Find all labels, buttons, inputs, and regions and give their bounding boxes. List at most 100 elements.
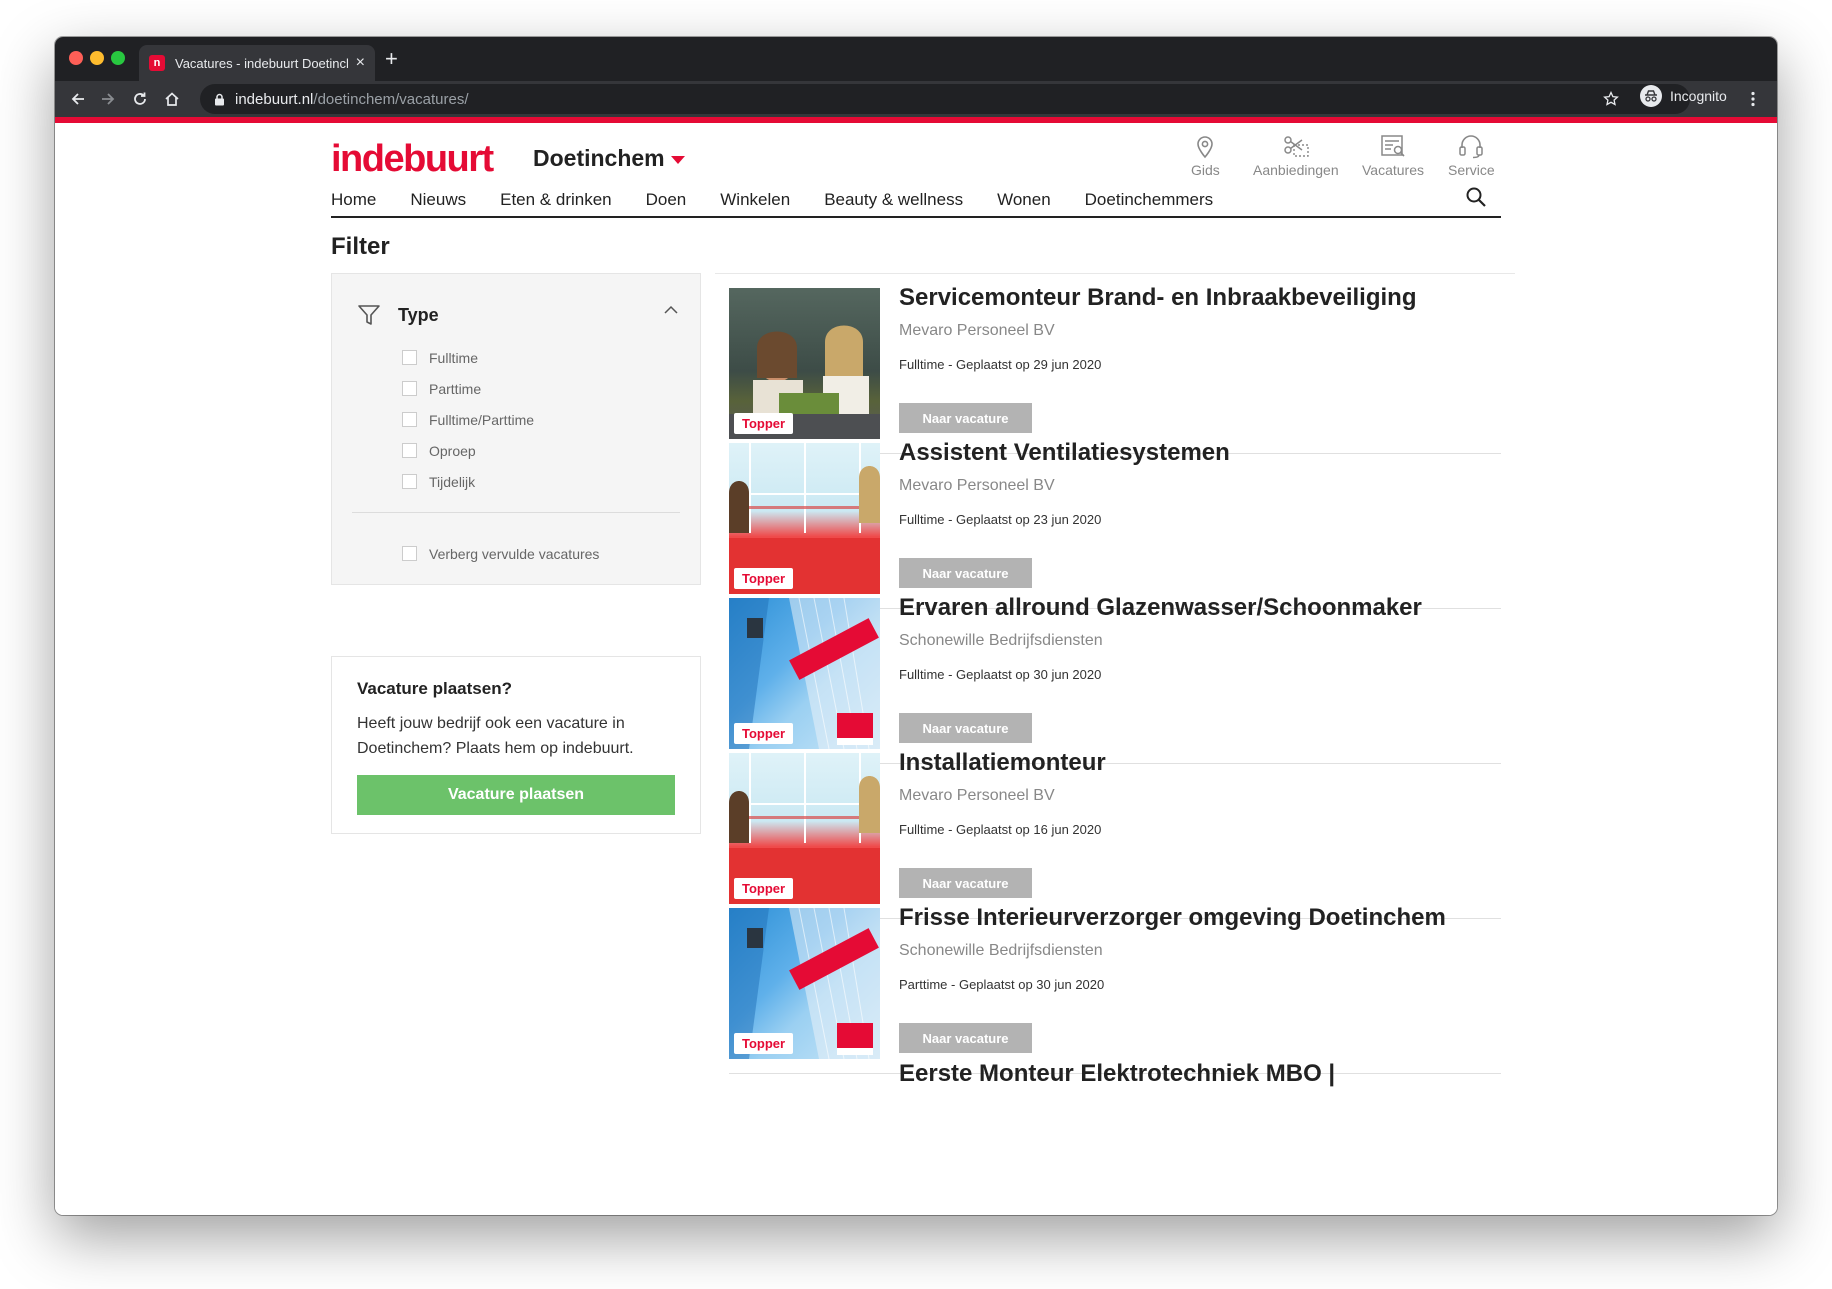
nav-item-doen[interactable]: Doen [646,190,687,210]
utility-gids[interactable]: Gids [1191,133,1220,178]
caret-down-icon [670,156,685,164]
utility-label: Aanbiedingen [1253,162,1339,178]
job-company: Schonewille Bedrijfsdiensten [899,942,1103,959]
filter-option-fulltime-parttime[interactable]: Fulltime/Parttime [402,404,534,435]
star-icon [1603,91,1619,106]
kebab-menu-icon [1751,91,1755,107]
address-bar[interactable]: indebuurt.nl/doetinchem/vacatures/ [200,84,1690,114]
back-button[interactable] [65,81,91,117]
reload-icon [134,92,146,105]
url-text: indebuurt.nl/doetinchem/vacatures/ [235,91,469,108]
filter-option-parttime[interactable]: Parttime [402,373,534,404]
job-title[interactable]: Installatiemonteur [899,749,1106,777]
nav-item-doetinchemmers[interactable]: Doetinchemmers [1085,190,1214,210]
utility-aanbiedingen[interactable]: Aanbiedingen [1253,133,1339,178]
forward-button[interactable] [95,81,121,117]
job-meta: Fulltime - Geplaatst op 29 jun 2020 [899,357,1102,372]
city-name: Doetinchem [533,145,665,171]
home-button[interactable] [159,81,185,117]
url-path: /doetinchem/vacatures/ [313,90,469,108]
filter-option-hide-filled[interactable]: Verberg vervulde vacatures [402,538,599,569]
post-vacancy-title: Vacature plaatsen? [357,679,512,698]
filter-heading: Filter [331,233,390,260]
job-title[interactable]: Servicemonteur Brand- en Inbraakbeveilig… [899,284,1416,312]
nav-item-nieuws[interactable]: Nieuws [410,190,466,210]
job-image[interactable]: Topper [729,288,880,439]
job-item[interactable]: Topper Servicemonteur Brand- en Inbraakb… [729,273,1501,454]
checkbox[interactable] [402,412,417,427]
maximize-window-button[interactable] [111,51,125,65]
home-icon [165,92,179,106]
site-logo[interactable]: indebuurt [331,139,494,179]
filter-type-header[interactable]: Type [356,302,439,328]
newspaper-search-icon [1381,135,1405,157]
city-selector[interactable]: Doetinchem [533,145,685,172]
tab-close-button[interactable]: × [356,54,365,72]
incognito-indicator[interactable]: Incognito [1640,85,1727,107]
filter-option-tijdelijk[interactable]: Tijdelijk [402,466,534,497]
job-item[interactable]: Topper Frisse Interieurverzorger omgevin… [729,893,1501,1074]
utility-vacatures[interactable]: Vacatures [1362,133,1424,178]
job-company: Mevaro Personeel BV [899,322,1055,339]
headset-icon [1459,135,1484,159]
checkbox[interactable] [402,546,417,561]
filter-option-fulltime[interactable]: Fulltime [402,342,534,373]
tab-bar: n Vacatures - indebuurt Doetinchem × + [55,37,1777,81]
minimize-window-button[interactable] [90,51,104,65]
utility-service[interactable]: Service [1448,133,1495,178]
checkbox[interactable] [402,474,417,489]
job-item[interactable]: Eerste Monteur Elektrotechniek MBO | [729,1048,1501,1215]
checkbox[interactable] [402,381,417,396]
post-vacancy-button[interactable]: Vacature plaatsen [357,775,675,815]
lock-icon [215,93,224,105]
job-image[interactable]: Topper [729,443,880,594]
browser-window: n Vacatures - indebuurt Doetinchem × + i… [55,37,1777,1215]
checkbox[interactable] [402,443,417,458]
nav-item-winkelen[interactable]: Winkelen [720,190,790,210]
browser-tab[interactable]: n Vacatures - indebuurt Doetinchem × [139,45,375,81]
job-item[interactable]: Topper Installatiemonteur Mevaro Persone… [729,738,1501,919]
job-meta: Fulltime - Geplaatst op 16 jun 2020 [899,822,1102,837]
browser-toolbar: indebuurt.nl/doetinchem/vacatures/ Incog… [55,81,1777,117]
map-pin-icon [1197,136,1214,159]
filter-divider [352,512,680,513]
new-tab-button[interactable]: + [385,45,398,73]
nav-item-wonen[interactable]: Wonen [997,190,1051,210]
job-title[interactable]: Eerste Monteur Elektrotechniek MBO | [899,1060,1335,1088]
job-item[interactable]: Topper Assistent Ventilatiesystemen Meva… [729,428,1501,609]
nav-item-home[interactable]: Home [331,190,376,210]
checkbox[interactable] [402,350,417,365]
nav-item-eten-drinken[interactable]: Eten & drinken [500,190,612,210]
filter-option-label: Parttime [429,380,482,397]
job-image[interactable]: Topper [729,598,880,749]
filter-option-label: Fulltime [429,349,479,366]
job-title[interactable]: Ervaren allround Glazenwasser/Schoonmake… [899,594,1422,622]
job-item[interactable]: Topper Ervaren allround Glazenwasser/Sch… [729,583,1501,764]
job-company: Schonewille Bedrijfsdiensten [899,632,1103,649]
bookmark-button[interactable] [1598,81,1624,117]
filter-panel: Type Fulltime Parttime Fulltime/Parttime… [331,273,701,585]
nav-item-beauty-wellness[interactable]: Beauty & wellness [824,190,963,210]
incognito-label: Incognito [1670,88,1727,104]
filter-option-label: Fulltime/Parttime [429,411,535,428]
url-host: indebuurt.nl [235,90,314,108]
browser-menu-button[interactable] [1743,81,1763,117]
post-vacancy-box: Vacature plaatsen? Heeft jouw bedrijf oo… [331,656,701,834]
post-vacancy-text: Heeft jouw bedrijf ook een vacature in D… [357,715,634,757]
collapse-filter-button[interactable] [664,302,678,320]
search-button[interactable] [1465,186,1487,213]
job-title[interactable]: Frisse Interieurverzorger omgeving Doeti… [899,904,1446,932]
filter-option-label: Oproep [429,442,476,459]
funnel-icon [358,305,380,325]
scissors-coupon-icon [1284,136,1309,157]
chevron-up-icon [664,305,678,314]
reload-button[interactable] [127,81,153,117]
job-image[interactable]: Topper [729,908,880,1059]
filter-option-oproep[interactable]: Oproep [402,435,534,466]
job-title[interactable]: Assistent Ventilatiesystemen [899,439,1230,467]
utility-label: Vacatures [1362,162,1424,178]
job-image[interactable]: Topper [729,753,880,904]
filter-option-label: Verberg vervulde vacatures [429,545,600,562]
close-window-button[interactable] [69,51,83,65]
filter-option-label: Tijdelijk [429,473,476,490]
